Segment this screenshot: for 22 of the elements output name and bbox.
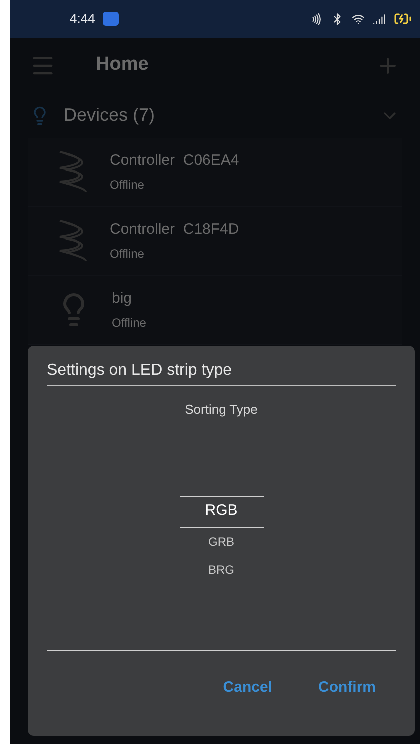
devices-section-header[interactable]: Devices (7)	[10, 93, 420, 138]
nfc-icon	[310, 12, 323, 26]
device-status: Offline	[112, 315, 146, 332]
picker-option[interactable]: RGB	[180, 496, 264, 528]
signal-icon	[373, 12, 386, 26]
picker-option[interactable]: BRG	[180, 556, 264, 584]
device-name: Controller C18F4D	[110, 220, 240, 240]
dialog-title: Settings on LED strip type	[47, 359, 396, 386]
app-notification-icon	[103, 12, 120, 26]
device-status: Offline	[110, 246, 146, 264]
bluetooth-icon	[331, 12, 344, 26]
section-title: Devices (7)	[64, 104, 156, 127]
header-title: Home	[96, 53, 149, 78]
dialog-button[interactable]: Confirm	[318, 677, 376, 700]
dialog-subtitle: Sorting Type	[185, 401, 258, 419]
device-name: big	[112, 288, 134, 309]
dialog-button[interactable]: Cancel	[223, 677, 272, 700]
wifi-icon	[352, 12, 365, 26]
picker-option[interactable]: GRB	[180, 528, 264, 556]
device-name: Controller C06EA4	[110, 150, 240, 171]
status-time: 4:44	[70, 10, 96, 28]
device-status: Offline	[110, 177, 146, 194]
